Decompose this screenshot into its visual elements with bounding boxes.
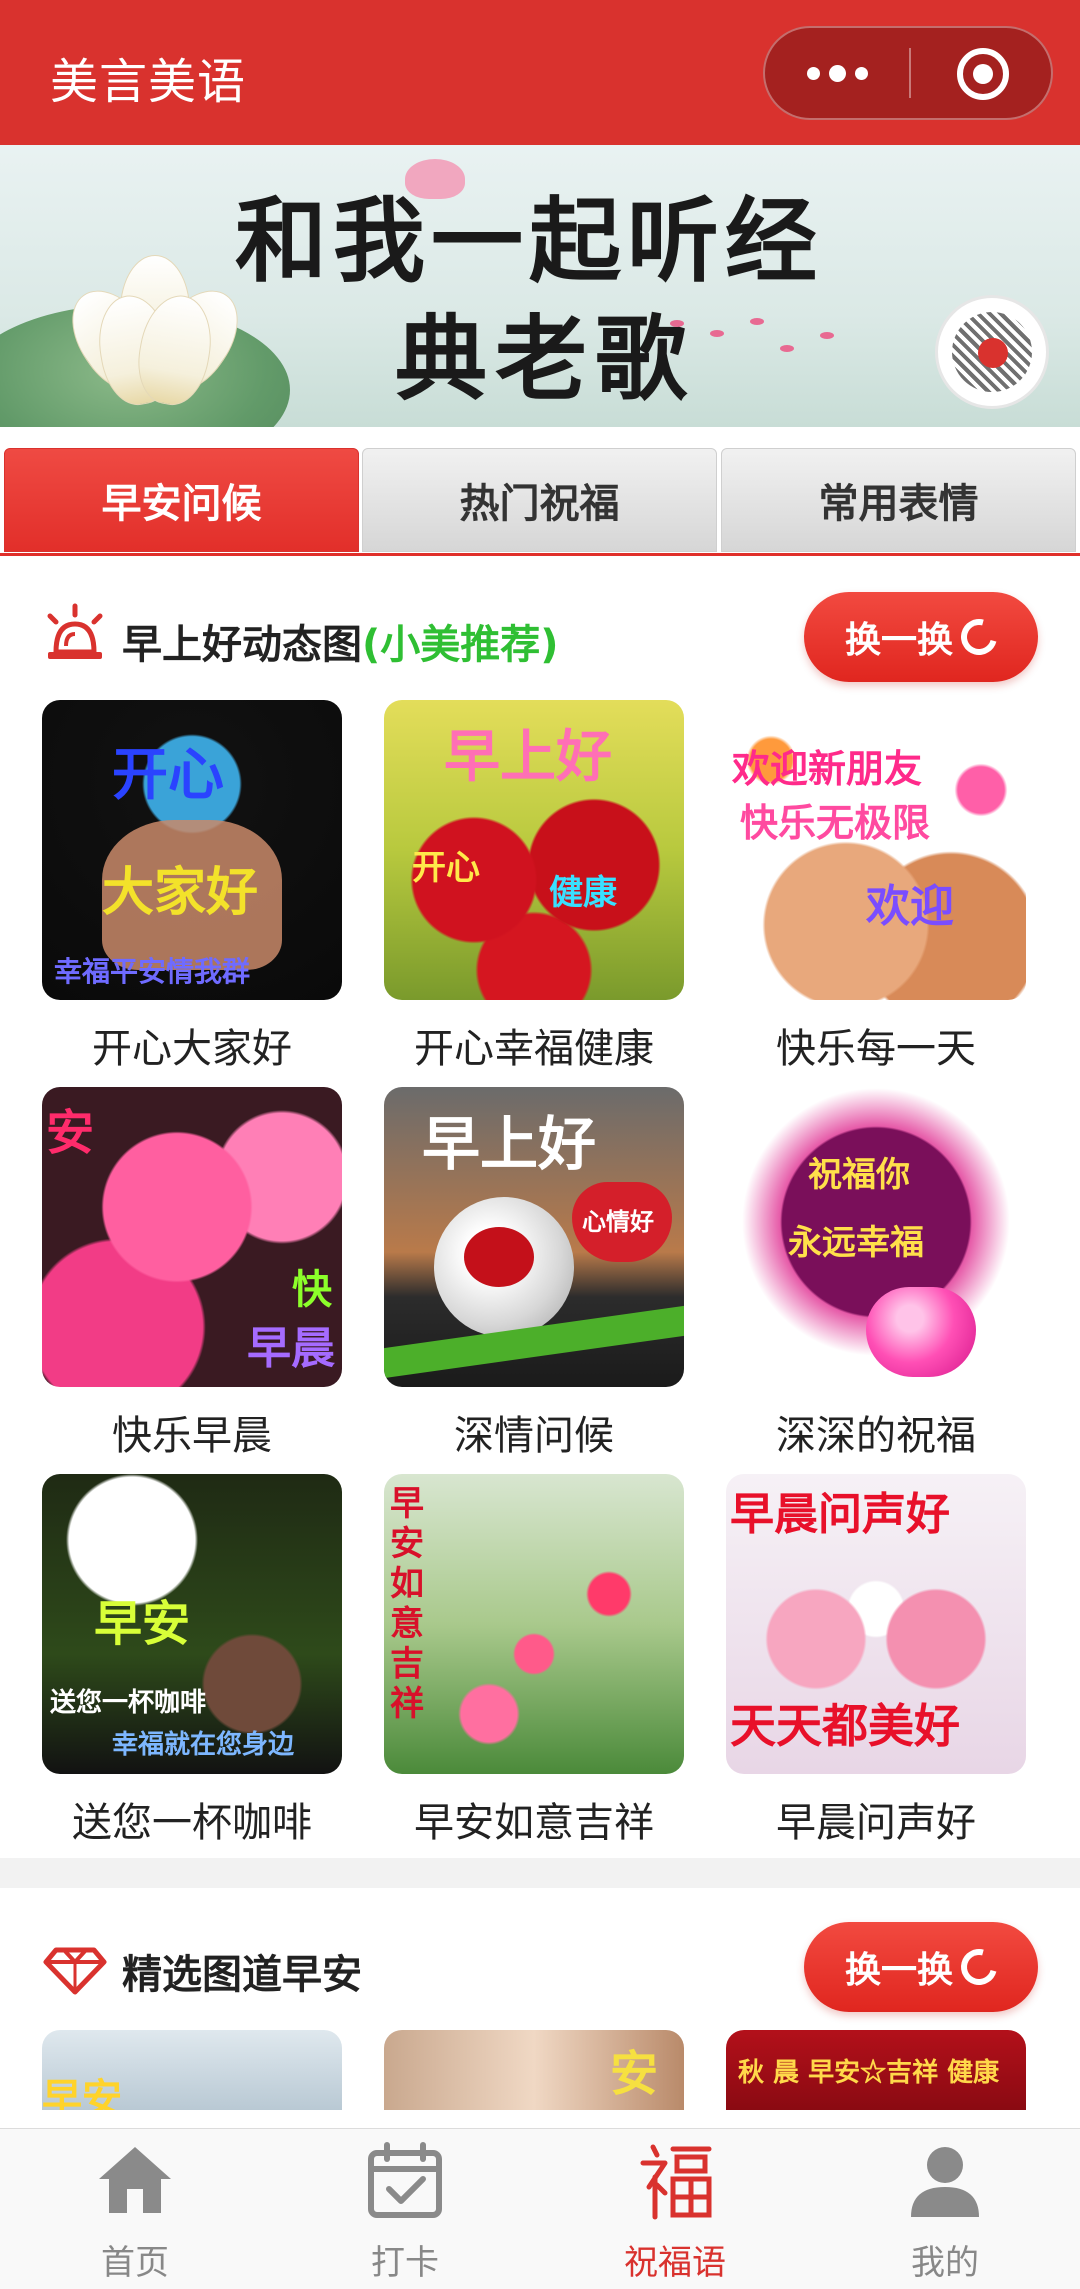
bottom-tab-bar: 首页 打卡 祝福语 我的	[0, 2128, 1080, 2289]
nav-blessings[interactable]: 祝福语	[540, 2129, 810, 2289]
gif-caption: 早晨问声好	[776, 1800, 976, 1846]
gif-thumbnail[interactable]: 欢迎新朋友 快乐无极限 欢迎	[726, 700, 1026, 1000]
thumb-overlay-text: 快乐无极限	[740, 800, 931, 845]
thumb-overlay-text: 天天都美好	[730, 1699, 960, 1753]
section-title-main: 早上好动态图	[122, 622, 362, 668]
swap-button-label: 换一换	[844, 1950, 953, 1991]
swap-button[interactable]: 换一换	[804, 1922, 1038, 2012]
thumb-overlay-text: 快	[292, 1266, 332, 1313]
thumb-overlay-text: 早安如意吉祥	[390, 1484, 424, 1724]
nav-label: 祝福语	[624, 2243, 726, 2283]
falling-petals-decoration	[660, 310, 860, 370]
thumb-overlay-text: 健康	[549, 873, 617, 913]
diamond-icon	[43, 1947, 107, 1995]
thumb-overlay-text: 开心	[412, 848, 480, 888]
gif-thumbnail[interactable]: 祝福你 永远幸福	[726, 1087, 1026, 1387]
gif-thumbnail[interactable]: 开心 大家好 幸福平安情我群	[42, 700, 342, 1000]
gif-thumbnail[interactable]: 早上好 开心 健康	[384, 700, 684, 1000]
gif-thumbnail[interactable]: 安 快 早晨	[42, 1087, 342, 1387]
banner-title-line1: 和我一起听经	[235, 187, 824, 295]
thumb-overlay-text: 祝福你	[808, 1155, 910, 1195]
banner-title-line2: 典老歌	[395, 305, 696, 413]
lotus-flower-decoration	[54, 255, 256, 411]
thumb-overlay-text: 送您一杯咖啡	[50, 1688, 207, 1718]
thumb-overlay-text: 早晨	[247, 1323, 335, 1374]
tab-morning-greetings[interactable]: 早安问候	[4, 448, 359, 552]
thumb-overlay-text: 欢迎新朋友	[732, 746, 923, 791]
capsule-divider	[909, 48, 911, 98]
nav-checkin[interactable]: 打卡	[270, 2129, 540, 2289]
thumb-overlay-text: 早上好	[444, 724, 612, 790]
tab-common-stickers[interactable]: 常用表情	[721, 448, 1076, 552]
thumb-overlay-text: 秋 晨 早安☆吉祥 健康	[738, 2058, 1000, 2088]
category-tabs: 早安问候 热门祝福 常用表情	[0, 448, 1080, 556]
thumb-overlay-text: 欢迎	[866, 881, 954, 932]
section-selected-morning-header: 精选图道早安 换一换	[0, 1918, 1080, 2018]
target-close-icon[interactable]	[957, 48, 1009, 100]
gif-thumbnail[interactable]: 早上好 心情好	[384, 1087, 684, 1387]
app-title: 美言美语	[50, 54, 247, 110]
thumb-overlay-text: 幸福平安情我群	[54, 955, 251, 988]
gif-caption: 早安如意吉祥	[414, 1800, 654, 1846]
nav-home[interactable]: 首页	[0, 2129, 270, 2289]
qr-code-icon[interactable]	[935, 295, 1049, 409]
section-title-accent: (小美推荐)	[362, 622, 559, 668]
nav-label: 我的	[911, 2243, 979, 2283]
refresh-icon	[954, 1942, 1004, 1992]
gif-caption: 深情问候	[454, 1413, 614, 1459]
nav-label: 首页	[101, 2243, 169, 2283]
user-icon	[911, 2147, 979, 2217]
section-morning-gifs-header: 早上好动态图(小美推荐) 换一换	[0, 588, 1080, 688]
thumb-overlay-text: 早上好	[422, 1110, 597, 1178]
thumb-overlay-text: 安	[46, 1105, 95, 1161]
thumb-overlay-text: 早安	[42, 2075, 122, 2110]
fu-blessing-icon	[640, 2144, 712, 2220]
more-dots-icon[interactable]	[765, 28, 910, 118]
banner[interactable]: 和我一起听经 典老歌	[0, 145, 1080, 427]
section-title: 精选图道早安	[122, 1952, 362, 1998]
nav-label: 打卡	[371, 2243, 439, 2283]
gif-caption: 快乐每一天	[776, 1026, 976, 1072]
gif-caption: 深深的祝福	[776, 1413, 976, 1459]
swap-button[interactable]: 换一换	[804, 592, 1038, 682]
swap-button-label: 换一换	[844, 620, 953, 661]
image-thumbnail[interactable]: 早安	[42, 2030, 342, 2110]
thumb-overlay-text: 早安	[94, 1596, 191, 1652]
thumb-overlay-text: 心情好	[582, 1207, 654, 1236]
gif-caption: 送您一杯咖啡	[72, 1800, 312, 1846]
section-title: 早上好动态图(小美推荐)	[122, 612, 559, 670]
refresh-icon	[954, 612, 1004, 662]
thumb-overlay-text: 安	[610, 2046, 659, 2102]
gif-thumbnail[interactable]: 早安如意吉祥	[384, 1474, 684, 1774]
home-icon	[99, 2147, 171, 2213]
page: 美言美语 和我一起听经 典老歌 早安问候 热门祝福 常用表情 早上好动态图(小美…	[0, 0, 1080, 2289]
thumb-overlay-text: 早晨问声好	[730, 1489, 950, 1540]
image-thumbnail[interactable]: 秋 晨 早安☆吉祥 健康	[726, 2030, 1026, 2110]
thumb-overlay-text: 开心	[112, 742, 224, 808]
gif-thumbnail[interactable]: 早晨问声好 天天都美好	[726, 1474, 1026, 1774]
thumb-overlay-text: 永远幸福	[788, 1223, 924, 1263]
gif-caption: 开心幸福健康	[414, 1026, 654, 1072]
nav-profile[interactable]: 我的	[810, 2129, 1080, 2289]
thumb-overlay-text: 幸福就在您身边	[112, 1730, 295, 1760]
alarm-siren-icon	[47, 603, 103, 659]
gif-caption: 开心大家好	[92, 1026, 292, 1072]
gif-caption: 快乐早晨	[112, 1413, 272, 1459]
thumb-overlay-text: 大家好	[102, 862, 259, 923]
image-thumbnail[interactable]: 安	[384, 2030, 684, 2110]
mini-program-capsule	[763, 26, 1053, 120]
calendar-check-icon	[368, 2142, 442, 2218]
tab-hot-blessings[interactable]: 热门祝福	[362, 448, 717, 552]
section-divider	[0, 1858, 1080, 1888]
gif-thumbnail[interactable]: 早安 送您一杯咖啡 幸福就在您身边	[42, 1474, 342, 1774]
app-header: 美言美语	[0, 0, 1080, 145]
